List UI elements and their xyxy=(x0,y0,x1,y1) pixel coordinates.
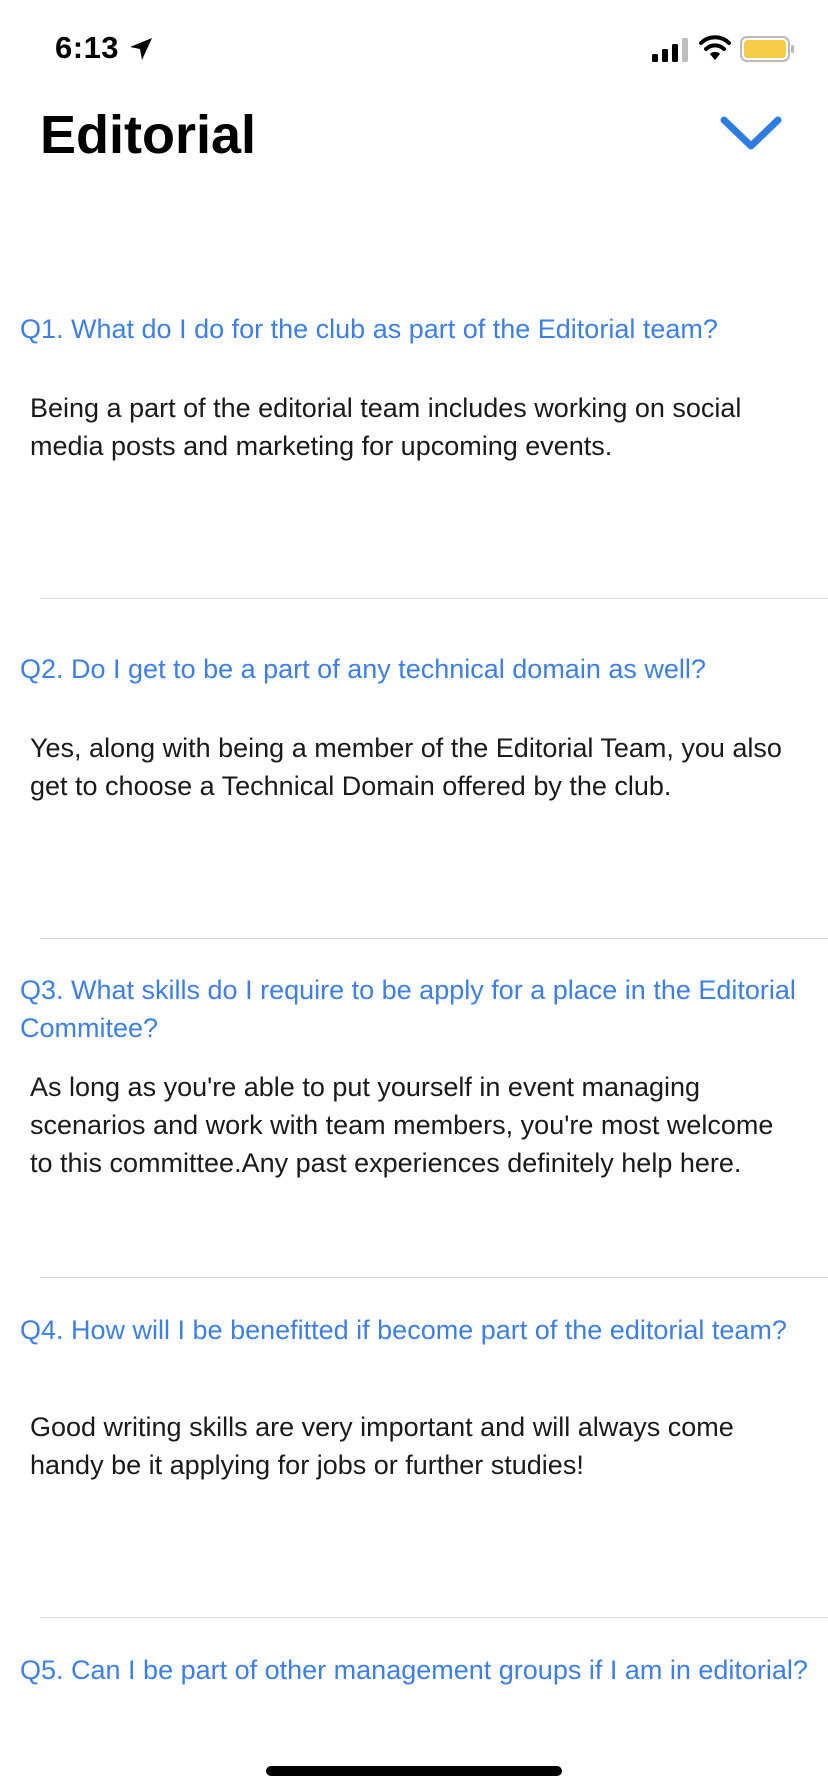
faq-answer: Being a part of the editorial team inclu… xyxy=(30,393,742,461)
wifi-icon xyxy=(699,35,731,60)
divider xyxy=(40,598,828,599)
faq-question[interactable]: Q3. What skills do I require to be apply… xyxy=(20,971,810,1047)
chevron-down-icon[interactable] xyxy=(718,108,784,160)
faq-answer: Yes, along with being a member of the Ed… xyxy=(30,733,782,801)
battery-icon xyxy=(740,36,794,62)
faq-answer: Good writing skills are very important a… xyxy=(30,1412,734,1480)
faq-answer: As long as you're able to put yourself i… xyxy=(30,1072,774,1178)
home-indicator[interactable] xyxy=(266,1766,562,1776)
divider xyxy=(40,1617,828,1618)
faq-question[interactable]: Q1. What do I do for the club as part of… xyxy=(20,310,810,348)
faq-question[interactable]: Q5. Can I be part of other management gr… xyxy=(20,1651,810,1689)
cellular-signal-icon xyxy=(652,38,688,62)
location-arrow-icon xyxy=(130,38,152,60)
divider xyxy=(40,938,828,939)
divider xyxy=(40,1277,828,1278)
status-time: 6:13 xyxy=(55,30,120,65)
page-title: Editorial xyxy=(40,105,257,165)
faq-question[interactable]: Q2. Do I get to be a part of any technic… xyxy=(20,650,810,688)
faq-question[interactable]: Q4. How will I be benefitted if become p… xyxy=(20,1311,810,1349)
status-bar: 6:13 xyxy=(0,0,828,100)
